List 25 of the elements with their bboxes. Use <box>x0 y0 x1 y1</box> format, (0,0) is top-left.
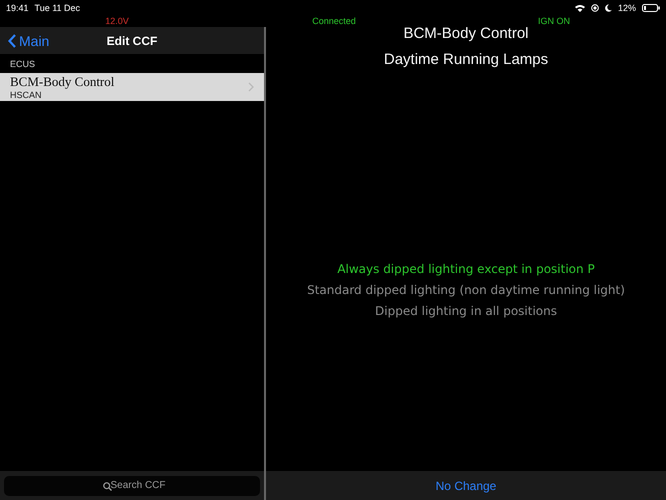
chevron-right-icon <box>248 82 254 92</box>
ignition-status: IGN ON <box>537 16 572 26</box>
connection-status: Connected <box>311 16 357 26</box>
option-item[interactable]: Dipped lighting in all positions <box>375 304 557 318</box>
search-field[interactable]: Search CCF <box>4 476 260 496</box>
clock-time: 19:41 <box>6 2 29 12</box>
option-item[interactable]: Standard dipped lighting (non daytime running light) <box>307 282 625 296</box>
section-header: ECUS <box>10 58 36 68</box>
setting-title: Daytime Running Lamps <box>384 51 548 68</box>
moon-icon <box>604 4 612 12</box>
ecu-row[interactable]: BCM-Body Control HSCAN <box>0 73 264 101</box>
bus-label: HSCAN <box>10 90 43 100</box>
wifi-icon <box>574 4 585 12</box>
back-button[interactable]: Main <box>0 32 50 48</box>
ecu-name: BCM-Body Control <box>10 74 116 90</box>
module-title: BCM-Body Control <box>403 25 529 42</box>
option-item[interactable]: Always dipped lighting except in position P <box>337 262 595 276</box>
date-text: Tue 11 Dec <box>34 2 80 12</box>
voltage-reading: 12.0V <box>104 16 130 26</box>
battery-percent: 12% <box>618 2 636 12</box>
chevron-left-icon <box>8 34 16 48</box>
no-change-button[interactable]: No Change <box>430 478 502 494</box>
battery-icon <box>642 4 660 12</box>
location-icon <box>590 4 599 12</box>
nav-title: Edit CCF <box>106 34 158 48</box>
